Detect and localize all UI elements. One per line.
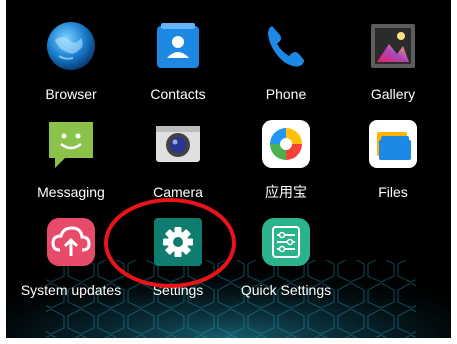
camera-icon bbox=[152, 118, 204, 170]
browser-globe-icon bbox=[45, 20, 97, 72]
app-quick-settings[interactable]: Quick Settings bbox=[236, 196, 336, 298]
app-system-updates[interactable]: System updates bbox=[21, 196, 121, 298]
app-settings[interactable]: Settings bbox=[128, 196, 228, 298]
app-label: Quick Settings bbox=[240, 282, 332, 298]
app-files[interactable]: Files bbox=[343, 98, 443, 200]
app-store-icon bbox=[260, 118, 312, 170]
app-phone[interactable]: Phone bbox=[236, 0, 336, 102]
gallery-icon bbox=[367, 20, 419, 72]
app-camera[interactable]: Camera bbox=[128, 98, 228, 200]
messaging-icon bbox=[45, 118, 97, 170]
home-screen: Browser Contacts Phone Gallery Messaging… bbox=[6, 0, 451, 338]
settings-gear-icon bbox=[152, 216, 204, 268]
system-updates-icon bbox=[45, 216, 97, 268]
app-yingyongbao[interactable]: 应用宝 bbox=[236, 98, 336, 200]
screenshot-frame: Browser Contacts Phone Gallery Messaging… bbox=[0, 0, 457, 344]
contacts-icon bbox=[152, 20, 204, 72]
phone-icon bbox=[260, 20, 312, 72]
app-gallery[interactable]: Gallery bbox=[343, 0, 443, 102]
app-label: Files bbox=[378, 184, 408, 200]
files-icon bbox=[367, 118, 419, 170]
app-contacts[interactable]: Contacts bbox=[128, 0, 228, 102]
quick-settings-icon bbox=[260, 216, 312, 268]
app-messaging[interactable]: Messaging bbox=[21, 98, 121, 200]
app-label: Settings bbox=[152, 282, 204, 298]
app-label: System updates bbox=[20, 282, 122, 298]
app-browser[interactable]: Browser bbox=[21, 0, 121, 102]
